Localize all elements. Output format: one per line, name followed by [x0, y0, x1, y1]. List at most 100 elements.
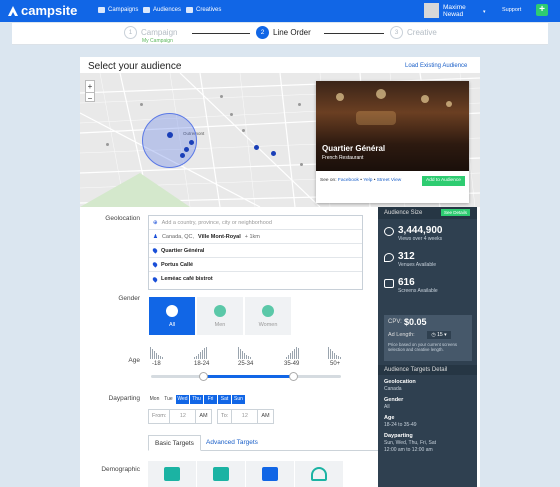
age-histogram	[194, 347, 207, 359]
day-thu[interactable]: Thu	[190, 395, 203, 404]
day-sun[interactable]: Sun	[232, 395, 245, 404]
folder-icon	[98, 7, 105, 13]
map[interactable]: + − Outremont Quartier Général French Re…	[80, 73, 480, 207]
step-creative[interactable]: 3 Creative	[390, 26, 437, 39]
see-on-label: See on:	[320, 178, 337, 183]
map-pin[interactable]	[184, 147, 189, 152]
age-histogram	[150, 347, 163, 359]
detail-value: All	[384, 404, 390, 410]
place-row[interactable]: Leméac café bistrot	[149, 272, 362, 286]
demographic-work[interactable]	[148, 461, 196, 487]
age-range-label: -18	[152, 361, 161, 367]
graduation-cap-icon	[262, 467, 278, 481]
gender-women-button[interactable]: Women	[244, 296, 292, 336]
map-pin[interactable]	[180, 153, 185, 158]
step-label: Creative	[407, 28, 437, 37]
zoom-in-button[interactable]: +	[86, 81, 94, 92]
place-row-label: Leméac café bistrot	[161, 276, 213, 282]
to-label: To:	[218, 410, 233, 423]
ad-length-value: 15	[437, 332, 443, 338]
location-pin-icon	[151, 261, 159, 268]
place-row[interactable]: Portus Callé	[149, 258, 362, 272]
zoom-control: + −	[85, 80, 95, 104]
age-max-handle[interactable]	[289, 372, 298, 381]
yelp-link[interactable]: Yelp	[363, 178, 372, 183]
demographic-sports[interactable]	[197, 461, 245, 487]
map-pin-main[interactable]	[167, 132, 173, 138]
map-poi	[230, 113, 233, 116]
to-ampm-select[interactable]: AM	[258, 410, 272, 423]
tab-basic-targets[interactable]: Basic Targets	[148, 435, 201, 451]
person-pin-icon: ♟	[153, 233, 158, 240]
location-pin-icon	[384, 253, 394, 262]
from-ampm-select[interactable]: AM	[196, 410, 210, 423]
nav-label: Campaigns	[108, 7, 139, 13]
zoom-out-button[interactable]: −	[86, 92, 94, 104]
support-link[interactable]: Support	[502, 7, 521, 13]
to-hour-input[interactable]: 12	[232, 410, 259, 423]
facebook-link[interactable]: Facebook	[338, 178, 359, 183]
street-view-link[interactable]: Street View	[377, 178, 401, 183]
tab-advanced-targets[interactable]: Advanced Targets	[200, 435, 264, 451]
place-row-label: Portus Callé	[161, 261, 194, 268]
avatar	[424, 3, 439, 18]
age-min-handle[interactable]	[199, 372, 208, 381]
detail-key: Age	[384, 415, 395, 421]
top-navbar: campsite Campaigns Audiences Creatives M…	[0, 0, 560, 22]
step-number: 3	[390, 26, 403, 39]
geolocation-input[interactable]: ⊕ Add a country, province, city or neigh…	[149, 216, 362, 230]
location-radius[interactable]: + 1km	[245, 234, 260, 240]
day-mon[interactable]: Mon	[148, 395, 161, 404]
day-sat[interactable]: Sat	[218, 395, 231, 404]
add-button[interactable]: +	[536, 4, 548, 16]
people-icon	[166, 305, 178, 317]
geolocation-placeholder: Add a country, province, city or neighbo…	[161, 219, 272, 226]
from-hour-input[interactable]: 12	[170, 410, 197, 423]
demographic-education[interactable]	[246, 461, 294, 487]
map-pin[interactable]	[254, 145, 259, 150]
venues-value: 312	[398, 251, 415, 262]
see-details-button[interactable]: See Details	[441, 209, 471, 216]
load-audience-link[interactable]: Load Existing Audience	[405, 63, 467, 69]
location-row[interactable]: ♟ Canada, QC, Ville Mont-Royal + 1km	[149, 230, 362, 244]
nav-campaigns[interactable]: Campaigns	[98, 7, 138, 13]
age-slider[interactable]	[151, 372, 341, 381]
user-menu[interactable]: Maxime Newad ▾	[424, 3, 486, 18]
step-label: Campaign	[141, 28, 178, 37]
age-histogram	[328, 347, 341, 359]
shirt-icon	[213, 467, 229, 481]
step-divider	[192, 33, 250, 34]
day-tue[interactable]: Tue	[162, 395, 175, 404]
screen-icon	[384, 279, 394, 288]
detail-key: Dayparting	[384, 433, 413, 439]
step-sub-label: My Campaign	[142, 38, 173, 44]
place-row[interactable]: Quartier Général	[149, 244, 362, 258]
cpv-label: CPV:	[388, 319, 402, 325]
nav-creatives[interactable]: Creatives	[186, 7, 221, 13]
ad-length-select[interactable]: ◷ 15 ▾	[427, 331, 451, 339]
age-label: Age	[128, 357, 140, 364]
briefcase-icon	[164, 467, 180, 481]
campsite-logo[interactable]: campsite	[7, 3, 77, 18]
views-value: 3,444,900	[398, 225, 443, 236]
step-campaign[interactable]: 1 Campaign My Campaign	[124, 26, 178, 44]
map-poi	[242, 129, 245, 132]
gender-label: Gender	[118, 295, 140, 302]
map-pin[interactable]	[189, 140, 194, 145]
map-pin[interactable]	[271, 151, 276, 156]
screens-caption: Screens Available	[398, 288, 438, 294]
map-poi	[220, 95, 223, 98]
demographic-music[interactable]	[295, 461, 343, 487]
gender-all-button[interactable]: All	[148, 296, 196, 336]
age-selector: -18 18-24 25-34 35-49 50+	[148, 347, 348, 387]
add-to-audience-button[interactable]: Add to Audience	[422, 176, 465, 186]
age-slider-fill	[201, 375, 294, 378]
day-fri[interactable]: Fri	[204, 395, 217, 404]
step-line-order[interactable]: 2 Line Order	[256, 26, 311, 39]
day-wed[interactable]: Wed	[176, 395, 189, 404]
gender-men-button[interactable]: Men	[196, 296, 244, 336]
place-type: French Restaurant	[322, 155, 364, 161]
detail-value: Canada	[384, 386, 402, 392]
nav-audiences[interactable]: Audiences	[143, 7, 181, 13]
place-name: Quartier Général	[322, 144, 386, 153]
